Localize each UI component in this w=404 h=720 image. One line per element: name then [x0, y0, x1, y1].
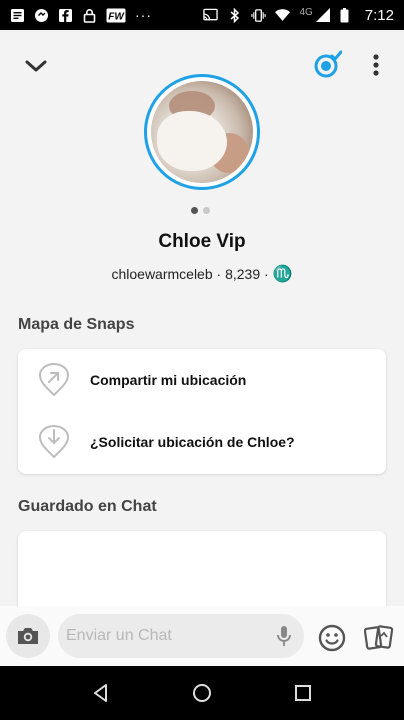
system-nav-bar — [0, 666, 404, 720]
request-location-label: ¿Solicitar ubicación de Chloe? — [90, 434, 295, 450]
wifi-icon — [275, 8, 291, 23]
chevron-down-icon[interactable] — [24, 56, 48, 76]
fw-app-label: FW — [108, 11, 125, 22]
messages-icon — [10, 8, 25, 23]
spectacles-icon[interactable] — [312, 50, 343, 80]
saved-in-chat-title: Guardado en Chat — [18, 498, 157, 515]
snap-map-title: Mapa de Snaps — [18, 316, 135, 333]
fw-app-icon: FW — [106, 8, 126, 23]
avatar-photo — [151, 81, 253, 183]
signal-icon — [316, 8, 331, 23]
request-location-row[interactable]: ¿Solicitar ubicación de Chloe? — [18, 411, 386, 473]
profile-avatar[interactable] — [144, 74, 260, 190]
chat-input-placeholder: Enviar un Chat — [66, 627, 172, 644]
network-type: 4G — [299, 6, 313, 18]
chat-bar: Enviar un Chat — [0, 606, 404, 666]
more-options-icon[interactable] — [366, 52, 386, 80]
vibrate-icon — [251, 8, 267, 23]
snap-map-card: Compartir mi ubicación ¿Solicitar ubicac… — [18, 349, 386, 474]
separator: · — [264, 266, 269, 282]
chat-bubble-icon — [34, 8, 49, 23]
recents-icon[interactable] — [292, 682, 314, 704]
separator: · — [216, 266, 222, 282]
share-location-row[interactable]: Compartir mi ubicación — [18, 349, 386, 411]
back-icon[interactable] — [90, 682, 112, 704]
share-location-label: Compartir mi ubicación — [90, 372, 247, 388]
username: chloewarmceleb — [111, 266, 213, 282]
share-location-icon — [38, 363, 70, 397]
facebook-icon — [58, 8, 73, 23]
zodiac-sign: ♏ — [272, 266, 293, 283]
camera-button[interactable] — [6, 614, 50, 658]
battery-icon — [340, 7, 350, 23]
pager-dot — [203, 207, 210, 214]
clock: 7:12 — [364, 6, 394, 24]
lock-icon — [82, 8, 97, 23]
home-icon[interactable] — [191, 682, 213, 704]
microphone-icon[interactable] — [276, 625, 292, 647]
bluetooth-icon — [227, 7, 242, 23]
snap-score: 8,239 — [225, 266, 261, 282]
display-name: Chloe Vip — [158, 231, 246, 252]
pager-dot-active — [191, 207, 198, 214]
stickers-cards-icon[interactable] — [363, 624, 394, 652]
request-location-icon — [38, 425, 70, 459]
profile-subline: chloewarmceleb · 8,239 · ♏ — [0, 264, 404, 284]
chat-input[interactable]: Enviar un Chat — [58, 614, 304, 658]
camera-icon — [18, 628, 38, 644]
smiley-icon[interactable] — [318, 624, 346, 652]
notification-overflow: ··· — [135, 7, 152, 23]
avatar-pager — [191, 207, 210, 214]
cast-icon — [203, 8, 219, 23]
status-bar: FW ··· 4G 7:12 — [0, 0, 404, 30]
